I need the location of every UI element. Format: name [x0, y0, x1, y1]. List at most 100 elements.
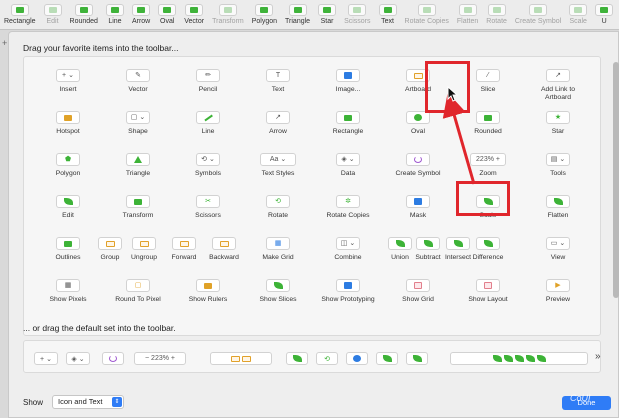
- palette-item[interactable]: Image...: [308, 69, 388, 94]
- combine-icon: ◫ ⌄: [336, 237, 360, 250]
- palette-item[interactable]: ▤ ⌄ Tools: [518, 153, 598, 178]
- palette-item[interactable]: Triangle: [98, 153, 178, 178]
- palette-item[interactable]: Forward: [164, 237, 204, 262]
- toolbar-item[interactable]: Text: [375, 0, 401, 25]
- palette-item-label: Arrow: [269, 128, 287, 135]
- palette-item-glyph: ▢ ⌄: [130, 114, 146, 121]
- palette-item[interactable]: ▢ ⌄ Shape: [98, 111, 178, 136]
- toolbar-item[interactable]: Rounded: [66, 0, 102, 25]
- toolbar-item[interactable]: Edit: [40, 0, 66, 25]
- palette-item[interactable]: ↗ Add Link to Artboard: [518, 69, 598, 102]
- image-icon: [336, 69, 360, 82]
- palette-item[interactable]: ◫ ⌄ Combine: [308, 237, 388, 262]
- palette-item[interactable]: T Text: [238, 69, 318, 94]
- toolbar-item[interactable]: Triangle: [281, 0, 314, 25]
- toolbar-item-icon: [458, 4, 477, 16]
- palette-item[interactable]: ✏ Pencil: [168, 69, 248, 94]
- line-icon: [196, 111, 220, 124]
- toolbar-item-label: Transform: [212, 18, 244, 25]
- toolbar-item[interactable]: Flatten: [453, 0, 482, 25]
- palette-item[interactable]: Show Prototyping: [308, 279, 388, 304]
- palette-item[interactable]: Rectangle: [308, 111, 388, 136]
- group-ungroup-icon: [210, 352, 272, 365]
- tools-icon: ▤ ⌄: [546, 153, 570, 166]
- palette-item[interactable]: Difference: [468, 237, 508, 262]
- palette-item-shape: [414, 282, 422, 289]
- palette-item[interactable]: ⬟ Polygon: [28, 153, 108, 178]
- group-icon: [98, 237, 122, 250]
- palette-item-glyph: ▶: [555, 282, 561, 289]
- toolbar-item[interactable]: Rotate: [482, 0, 511, 25]
- toolbar-item[interactable]: Rotate Copies: [401, 0, 453, 25]
- toolbar-item[interactable]: Vector: [180, 0, 208, 25]
- palette-item[interactable]: Create Symbol: [378, 153, 458, 178]
- toolbar-item-label: Star: [320, 18, 334, 25]
- palette-item[interactable]: ★ Star: [518, 111, 598, 136]
- palette-item[interactable]: ✲ Rotate Copies: [308, 195, 388, 220]
- palette-item-glyph: ⟲ ⌄: [201, 156, 215, 163]
- toolbar-item[interactable]: Rectangle: [0, 0, 40, 25]
- palette-item[interactable]: Hotspot: [28, 111, 108, 136]
- palette-item[interactable]: ⟲ ⌄ Symbols: [168, 153, 248, 178]
- palette-item[interactable]: 223% + Zoom: [448, 153, 528, 178]
- palette-item-shape: [204, 282, 212, 289]
- palette-item-label: Line: [201, 128, 215, 135]
- default-toolbar-set[interactable]: + ⌄ ◈ ⌄ − 223% + ⟲ »: [23, 340, 601, 373]
- palette-item[interactable]: ▶ Preview: [518, 279, 598, 304]
- palette-item[interactable]: ✎ Vector: [98, 69, 178, 94]
- toolbar-item[interactable]: Scale: [565, 0, 591, 25]
- palette-item[interactable]: Line: [168, 111, 248, 136]
- palette-item[interactable]: Mask: [378, 195, 458, 220]
- toolbar-item[interactable]: Create Symbol: [511, 0, 565, 25]
- toolbar-item[interactable]: Line: [102, 0, 128, 25]
- palette-item[interactable]: Show Layout: [448, 279, 528, 304]
- toolbar-item-glyph: [422, 7, 431, 13]
- palette-item[interactable]: Edit: [28, 195, 108, 220]
- show-mode-select[interactable]: Icon and Text ⇕: [52, 395, 124, 409]
- toolbar-item[interactable]: Star: [314, 0, 340, 25]
- palette-item[interactable]: ↗ Arrow: [238, 111, 318, 136]
- link-artboard-icon: ↗: [546, 69, 570, 82]
- palette-item[interactable]: Rounded: [448, 111, 528, 136]
- palette-item[interactable]: Ungroup: [124, 237, 164, 262]
- arrow-icon: ↗: [266, 111, 290, 124]
- palette-scrollbar[interactable]: [613, 62, 619, 298]
- palette-item-shape: [395, 240, 405, 247]
- palette-item-label: Difference: [472, 254, 504, 261]
- palette-item[interactable]: Flatten: [518, 195, 598, 220]
- toolbar-item-glyph: [353, 7, 362, 13]
- palette-item[interactable]: Show Rulers: [168, 279, 248, 304]
- palette-item[interactable]: ▢ Round To Pixel: [98, 279, 178, 304]
- make-grid-icon: ▦: [266, 237, 290, 250]
- scrollbar-thumb[interactable]: [613, 62, 619, 298]
- palette-item-label: Scissors: [195, 212, 221, 219]
- toolbar-item[interactable]: Polygon: [248, 0, 281, 25]
- toolbar-item[interactable]: Transform: [208, 0, 248, 25]
- palette-item-label: Ungroup: [130, 254, 158, 261]
- toolbar-item-icon: [10, 4, 29, 16]
- toolbar-item-glyph: [110, 7, 119, 13]
- palette-item[interactable]: ▭ ⌄ View: [518, 237, 598, 262]
- palette-item[interactable]: Show Grid: [378, 279, 458, 304]
- toolbar-item[interactable]: Scissors: [340, 0, 374, 25]
- palette-item[interactable]: ◈ ⌄ Data: [308, 153, 388, 178]
- palette-item[interactable]: ▦ Show Pixels: [28, 279, 108, 304]
- palette-item[interactable]: Aa ⌄ Text Styles: [238, 153, 318, 178]
- toolbar-item-icon: [529, 4, 548, 16]
- palette-item[interactable]: Transform: [98, 195, 178, 220]
- palette-item[interactable]: ▦ Make Grid: [238, 237, 318, 262]
- toolbar-item[interactable]: Oval: [154, 0, 180, 25]
- plus-icon[interactable]: +: [2, 38, 7, 48]
- palette-item-shape: [344, 72, 352, 79]
- overflow-chevron-icon[interactable]: »: [595, 351, 601, 362]
- toolbar-item[interactable]: U: [591, 0, 617, 25]
- palette-item-shape: [203, 114, 213, 121]
- palette-item-label: Backward: [209, 254, 239, 261]
- palette-item[interactable]: + ⌄ Insert: [28, 69, 108, 94]
- toolbar-item[interactable]: Arrow: [128, 0, 154, 25]
- toolbar-item-label: Rectangle: [4, 18, 36, 25]
- palette-item[interactable]: ✂ Scissors: [168, 195, 248, 220]
- palette-item[interactable]: ⟲ Rotate: [238, 195, 318, 220]
- palette-item[interactable]: Show Slices: [238, 279, 318, 304]
- palette-item[interactable]: Oval: [378, 111, 458, 136]
